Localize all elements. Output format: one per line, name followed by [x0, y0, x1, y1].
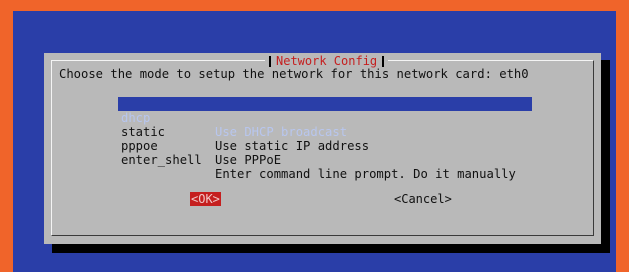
dialog-title-bar: Network Config: [265, 54, 389, 68]
menu-item-dhcp[interactable]: dhcp Use DHCP broadcast: [118, 97, 532, 139]
menu-item-static[interactable]: static Use static IP address: [118, 111, 532, 153]
cancel-button[interactable]: <Cancel>: [394, 192, 452, 206]
ok-button[interactable]: <OK>: [190, 192, 221, 206]
menu-item-tag: enter_shell: [121, 153, 202, 167]
menu-item-pppoe[interactable]: pppoe Use PPPoE: [118, 125, 532, 167]
dialog-title: Network Config: [276, 54, 378, 68]
menu-item-description: Use PPPoE: [215, 153, 282, 167]
menu-item-enter-shell[interactable]: enter_shell Enter command line prompt. D…: [118, 139, 532, 181]
menu-item-description: Enter command line prompt. Do it manuall…: [215, 167, 516, 181]
mode-menu: dhcp Use DHCP broadcast static Use stati…: [118, 97, 532, 181]
dialog-prompt: Choose the mode to setup the network for…: [59, 67, 529, 81]
